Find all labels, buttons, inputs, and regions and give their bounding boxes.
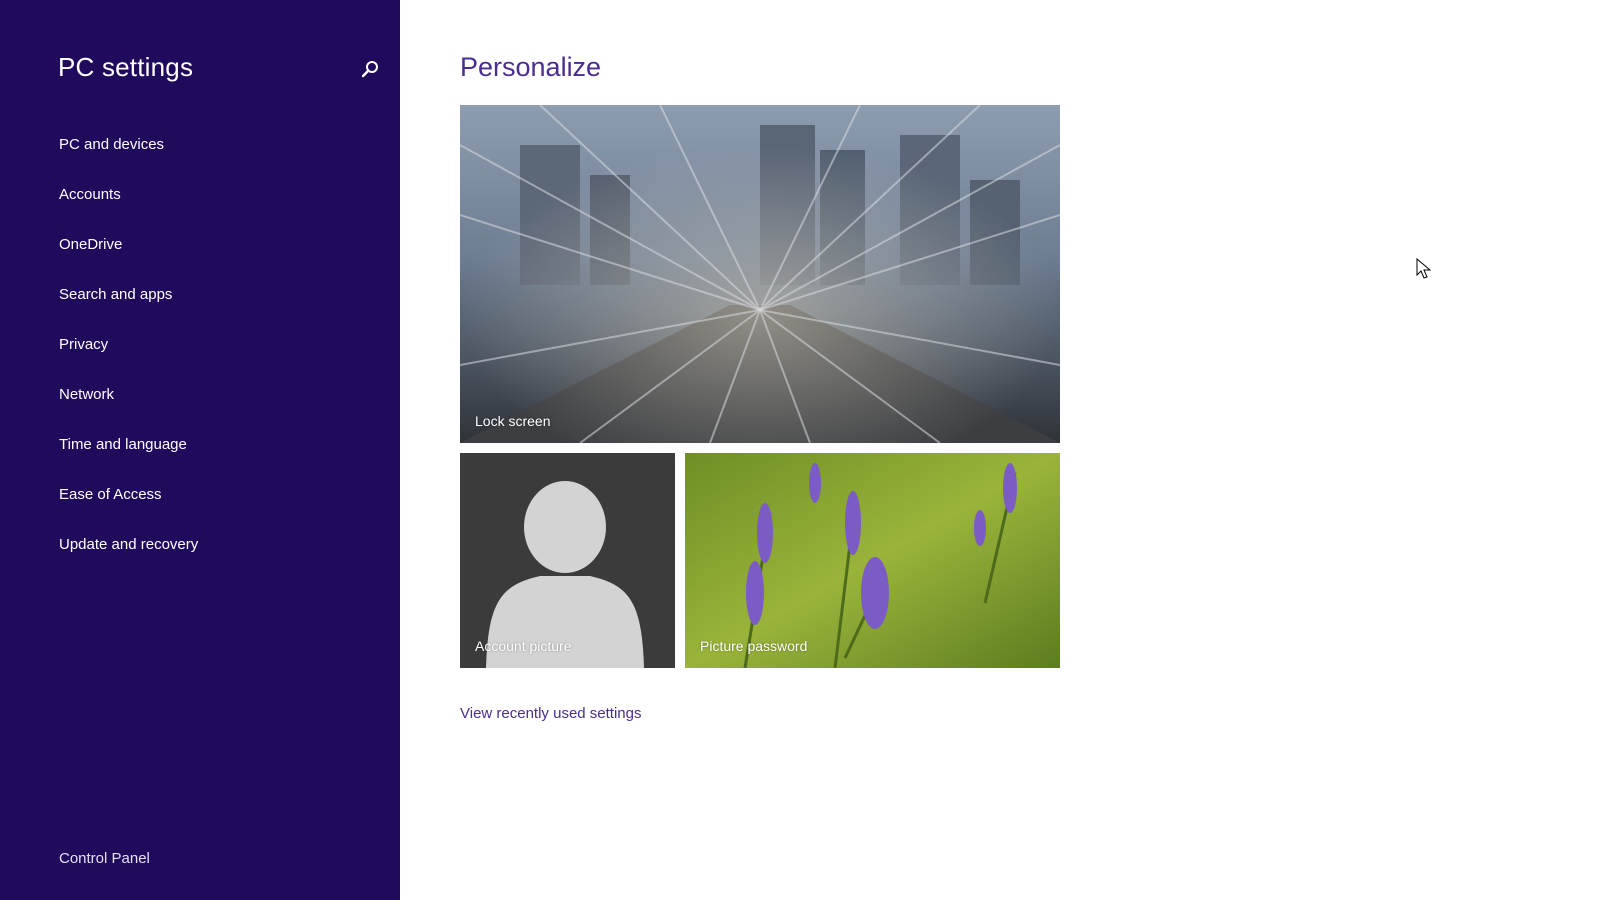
- sidebar-item-time-and-language[interactable]: Time and language: [0, 425, 400, 475]
- sidebar-item-search-and-apps[interactable]: Search and apps: [0, 275, 400, 325]
- page-title: Personalize: [460, 52, 602, 82]
- account-picture-label: Account picture: [475, 638, 572, 654]
- sidebar-item-pc-and-devices[interactable]: PC and devices: [0, 125, 400, 175]
- sidebar-item-network[interactable]: Network: [0, 375, 400, 425]
- pc-settings-window: PC settings PC and devices Accounts OneD…: [0, 0, 1600, 900]
- sidebar-item-privacy[interactable]: Privacy: [0, 325, 400, 375]
- main-content: Personalize Lock screen Account picture …: [400, 0, 1600, 900]
- lock-screen-tile[interactable]: Lock screen: [460, 105, 1060, 443]
- sidebar-item-ease-of-access[interactable]: Ease of Access: [0, 475, 400, 525]
- search-button[interactable]: [358, 58, 382, 82]
- sidebar-item-update-and-recovery[interactable]: Update and recovery: [0, 525, 400, 575]
- sidebar: PC settings PC and devices Accounts OneD…: [0, 0, 400, 900]
- sidebar-nav: PC and devices Accounts OneDrive Search …: [0, 125, 400, 575]
- lavender-image: [685, 453, 1060, 668]
- view-recently-used-settings-link[interactable]: View recently used settings: [460, 705, 642, 722]
- app-title: PC settings: [58, 52, 194, 82]
- user-silhouette-icon: [460, 453, 675, 668]
- search-icon: [361, 61, 378, 78]
- sidebar-item-accounts[interactable]: Accounts: [0, 175, 400, 225]
- control-panel-link[interactable]: Control Panel: [59, 850, 150, 867]
- lock-screen-label: Lock screen: [475, 413, 551, 429]
- account-picture-tile[interactable]: Account picture: [460, 453, 675, 668]
- picture-password-label: Picture password: [700, 638, 808, 654]
- sidebar-item-onedrive[interactable]: OneDrive: [0, 225, 400, 275]
- picture-password-tile[interactable]: Picture password: [685, 453, 1060, 668]
- lock-screen-image: [460, 105, 1060, 443]
- mouse-pointer-icon: [1416, 258, 1432, 280]
